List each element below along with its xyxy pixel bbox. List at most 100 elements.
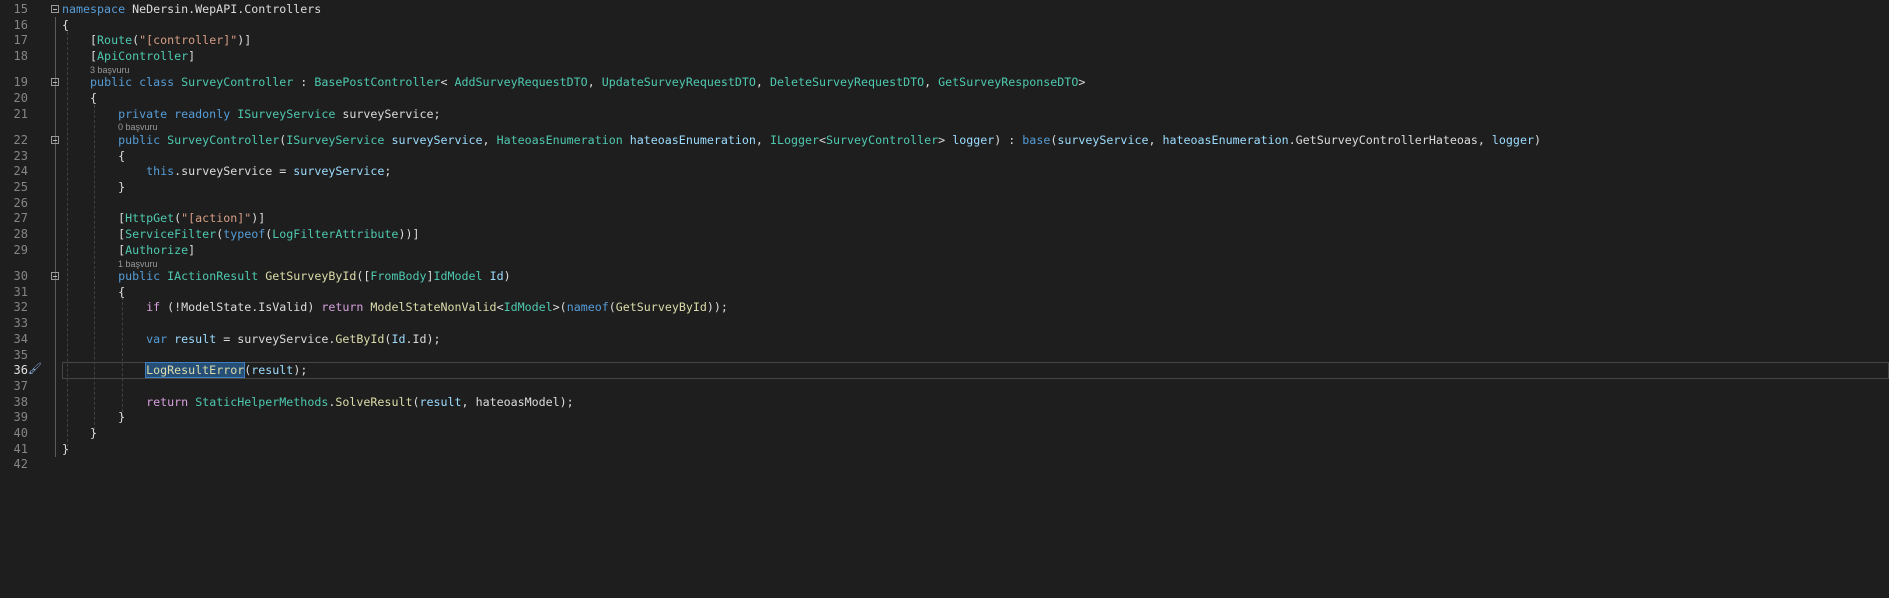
token-param: result (419, 394, 462, 409)
token-plain: { (62, 148, 126, 163)
code-line[interactable]: 20 { (0, 90, 1889, 106)
token-kw: private readonly (118, 106, 238, 121)
token-plain: >( (552, 300, 567, 315)
token-type: ISurveyService (237, 106, 336, 121)
code-line[interactable]: 40 } (0, 425, 1889, 441)
code-line[interactable]: 22 public SurveyController(ISurveyServic… (0, 132, 1889, 148)
token-plain: ] (188, 242, 196, 257)
token-method: GetSurveyById (615, 300, 707, 315)
code-line[interactable]: 29 [Authorize] (0, 242, 1889, 258)
current-line-highlight (62, 362, 1889, 380)
line-number: 29 (13, 242, 28, 257)
token-plain: ) (1533, 132, 1541, 147)
code-line[interactable]: 25 } (0, 179, 1889, 195)
code-line[interactable]: 35 (0, 347, 1889, 363)
token-param: Id (489, 269, 504, 283)
token-type: ISurveyService (286, 132, 385, 147)
code-line[interactable]: 42 (0, 456, 1889, 472)
code-line[interactable]: 34 var result = surveyService.GetById(Id… (0, 331, 1889, 347)
code-line[interactable]: 41} (0, 441, 1889, 457)
codelens-references[interactable]: 3 başvuru (90, 65, 130, 75)
token-plain: ] (426, 269, 434, 283)
code-line[interactable]: 28 [ServiceFilter(typeof(LogFilterAttrib… (0, 226, 1889, 242)
token-type: IdModel (503, 300, 553, 315)
code-line[interactable]: 33 (0, 315, 1889, 331)
quick-actions-brush-icon[interactable]: 🖌 (28, 362, 42, 375)
code-text: public class SurveyController : BasePost… (62, 74, 1085, 90)
token-type: ServiceFilter (125, 227, 217, 242)
token-type: UpdateSurveyRequestDTO (601, 75, 756, 90)
line-number: 20 (13, 91, 28, 105)
line-number: 17 (13, 33, 28, 48)
token-kw: public (118, 269, 168, 283)
token-plain: , (755, 75, 770, 90)
code-line[interactable]: 37 (0, 378, 1889, 394)
code-line[interactable]: 26 (0, 195, 1889, 211)
token-plain: { (62, 91, 98, 105)
collapse-icon[interactable] (51, 272, 59, 280)
collapse-icon[interactable] (51, 5, 59, 13)
codelens-references[interactable]: 0 başvuru (118, 122, 158, 132)
token-plain: ([ (356, 269, 371, 283)
code-line[interactable]: 17 [Route("[controller]")] (0, 32, 1889, 48)
token-type: SurveyController (826, 132, 939, 147)
token-plain: , (1148, 132, 1163, 147)
token-param: surveyService (391, 132, 483, 147)
token-kw: nameof (566, 300, 609, 315)
code-line[interactable]: 🖌 36 LogResultError(result); (0, 362, 1889, 380)
token-plain: , (482, 132, 497, 147)
token-kw: var (146, 331, 168, 346)
code-text: { (62, 284, 125, 300)
token-plain: [ (62, 33, 98, 48)
code-text: public SurveyController(ISurveyService s… (62, 132, 1541, 148)
token-plain: [ (62, 227, 126, 242)
code-line[interactable]: 30 public IActionResult GetSurveyById([F… (0, 268, 1889, 284)
code-line[interactable]: 32 if (!ModelState.IsValid) return Model… (0, 299, 1889, 315)
token-plain: < (819, 132, 827, 147)
code-line[interactable]: 38 return StaticHelperMethods.SolveResul… (0, 394, 1889, 410)
code-line[interactable]: 39 } (0, 409, 1889, 425)
code-line[interactable]: 16 { (0, 17, 1889, 33)
code-line[interactable]: 15 namespace NeDersin.WepAPI.Controllers (0, 1, 1889, 17)
code-line[interactable]: 21 private readonly ISurveyService surve… (0, 106, 1889, 122)
line-number: 30 (13, 269, 28, 283)
code-line[interactable]: 19 public class SurveyController : BaseP… (0, 74, 1889, 90)
token-kw: namespace (62, 2, 126, 16)
code-text: namespace NeDersin.WepAPI.Controllers (62, 1, 321, 17)
line-number: 42 (13, 457, 28, 472)
codelens-references[interactable]: 1 başvuru (118, 259, 158, 269)
collapse-icon[interactable] (51, 135, 59, 144)
code-line[interactable]: 24 this.surveyService = surveyService; (0, 163, 1889, 179)
code-line[interactable]: 18 [ApiController] (0, 48, 1889, 64)
code-editor[interactable]: 15 namespace NeDersin.WepAPI.Controllers 1… (0, 0, 1889, 598)
token-param: hateoasEnumeration (1162, 132, 1289, 147)
code-text: { (62, 90, 97, 106)
code-text: this.surveyService = surveyService; (62, 163, 391, 179)
token-plain: < (440, 75, 455, 90)
token-plain: )] (251, 211, 266, 226)
token-plain: (!ModelState.IsValid) (160, 300, 322, 315)
line-number: 22 (13, 132, 28, 147)
token-type: FromBody (370, 269, 427, 283)
code-text: public IActionResult GetSurveyById([From… (62, 268, 511, 284)
token-plain: , (587, 75, 602, 90)
token-method: LogResultError (145, 362, 246, 379)
token-method: GetById (335, 331, 385, 346)
collapse-icon[interactable] (51, 78, 59, 87)
token-plain: , hateoasModel); (461, 394, 574, 409)
token-plain: [ (62, 211, 126, 226)
token-type: ApiController (97, 49, 189, 64)
token-type: GetSurveyResponseDTO (938, 75, 1079, 90)
code-line[interactable]: 23 { (0, 148, 1889, 164)
token-plain: > (938, 132, 953, 147)
code-line[interactable]: 31 { (0, 284, 1889, 300)
token-type: Route (97, 33, 133, 48)
code-line[interactable]: 27 [HttpGet("[action]")] (0, 210, 1889, 226)
token-type: Authorize (125, 242, 189, 257)
token-method: GetSurveyById (265, 269, 357, 283)
